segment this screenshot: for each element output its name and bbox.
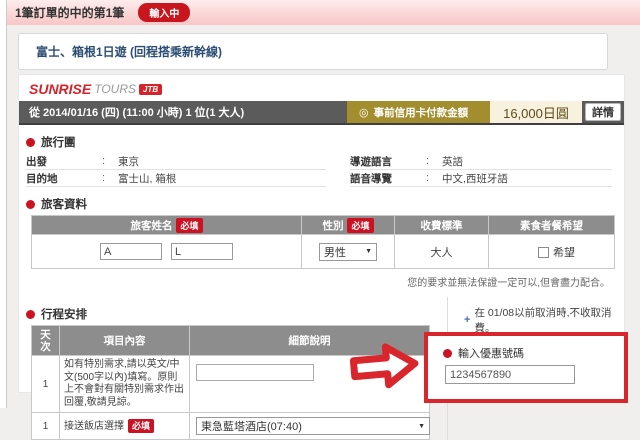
prepayment-label: 事前信用卡付款金額 — [374, 105, 469, 120]
jtb-logo-badge: JTB — [139, 84, 162, 95]
vegetarian-meal-checkbox[interactable] — [538, 247, 549, 258]
departure-value: 東京 — [118, 154, 139, 169]
detail-header-label: 細節說明 — [289, 335, 331, 347]
tour-title-card: 富士、箱根1日遊 (回程搭乘新幹線) — [18, 33, 608, 70]
special-request-description: 如有特別需求,請以英文/中文(500字以內)填寫。原則上不會對有關特別需求作出回… — [60, 356, 190, 413]
plus-icon: + — [464, 314, 470, 326]
pickup-hotel-selected-value: 東急藍塔酒店(07:40) — [201, 418, 302, 434]
promo-code-highlight-box: 輸入優惠號碼 — [424, 332, 628, 403]
pickup-hotel-label: 接送飯店選擇 — [64, 421, 124, 432]
audio-guide-row: 語音導覽 : 中文,西班牙語 — [350, 170, 612, 187]
tour-group-section-title: 旅行團 — [41, 134, 76, 150]
pickup-hotel-row: 1 接送飯店選擇必填 東急藍塔酒店(07:40) ▼ — [32, 413, 430, 440]
itinerary-section-title: 行程安排 — [41, 306, 87, 322]
audio-guide-label: 語音導覽 — [350, 171, 426, 186]
tour-title: 富士、箱根1日遊 (回程搭乘新幹線) — [36, 43, 222, 60]
chevron-down-icon: ▼ — [418, 423, 425, 430]
gender-cell: 男性 ▼ — [302, 235, 395, 269]
day-cell: 1 — [32, 413, 60, 440]
gender-select[interactable]: 男性 ▼ — [319, 243, 377, 261]
colon: : — [426, 155, 442, 167]
day-header: 天次 — [32, 326, 60, 356]
day-header-label: 天次 — [40, 329, 52, 353]
departure-row: 出發 : 東京 — [26, 153, 326, 170]
tours-logo-text: TOURS — [94, 82, 136, 96]
passenger-name-header-label: 旅客姓名 — [130, 220, 172, 232]
guide-language-row: 導遊語言 : 英語 — [350, 153, 612, 170]
red-bullet-icon — [26, 310, 35, 319]
payment-amount: 16,000日圓 — [490, 101, 582, 123]
gender-header-label: 性別 — [322, 220, 343, 232]
fare-type-header: 收費標準 — [395, 216, 489, 235]
required-badge: 必填 — [128, 419, 154, 434]
credit-card-icon: ◎ — [359, 106, 369, 119]
chevron-down-icon: ▼ — [365, 248, 372, 255]
booking-progress-bar: 1筆訂單的中的第1筆 輸入中 — [0, 0, 640, 25]
destination-label: 目的地 — [26, 171, 102, 186]
item-header: 項目內容 — [60, 326, 190, 356]
passenger-section-title: 旅客資料 — [41, 196, 87, 212]
passenger-table-header-row: 旅客姓名必填 性別必填 收費標準 素食者餐希望 — [32, 216, 615, 235]
status-badge: 輸入中 — [138, 3, 190, 22]
passenger-name-header: 旅客姓名必填 — [32, 216, 302, 235]
gender-header: 性別必填 — [302, 216, 395, 235]
red-bullet-icon — [26, 200, 35, 209]
fare-type-value: 大人 — [431, 247, 453, 259]
gender-selected-value: 男性 — [324, 244, 346, 260]
itinerary-section-header: 行程安排 — [26, 306, 447, 322]
prepayment-label-segment: ◎ 事前信用卡付款金額 — [347, 101, 490, 123]
pickup-hotel-select[interactable]: 東急藍塔酒店(07:40) ▼ — [196, 417, 430, 435]
red-bullet-icon — [26, 138, 35, 147]
vegetarian-meal-checkbox-label: 希望 — [553, 247, 575, 259]
fare-type-cell: 大人 — [395, 235, 489, 269]
vegetarian-meal-header-label: 素食者餐希望 — [520, 220, 583, 232]
departure-label: 出發 — [26, 154, 102, 169]
cancellation-policy-note-link[interactable]: + 在 01/08以前取消時,不收取消費。 — [464, 305, 624, 335]
pickup-hotel-cell: 東急藍塔酒店(07:40) ▼ — [190, 413, 430, 440]
promo-code-header: 輸入優惠號碼 — [443, 345, 624, 361]
guide-language-value: 英語 — [442, 154, 463, 169]
item-header-label: 項目內容 — [104, 335, 146, 347]
passenger-name-cell — [32, 235, 302, 269]
destination-row: 目的地 : 富士山, 箱根 — [26, 170, 326, 187]
tour-date-pax-info: 從 2014/01/16 (四) (11:00 小時) 1 位(1 大人) — [19, 101, 347, 123]
destination-value: 富士山, 箱根 — [118, 171, 176, 186]
special-request-input[interactable] — [196, 364, 314, 381]
colon: : — [426, 172, 442, 184]
last-name-input[interactable] — [171, 243, 233, 260]
pickup-hotel-label-cell: 接送飯店選擇必填 — [60, 413, 190, 440]
red-callout-arrow-icon — [347, 338, 423, 394]
first-name-input[interactable] — [100, 243, 162, 260]
payment-details-button[interactable]: 詳情 — [585, 103, 621, 121]
tour-group-fields: 出發 : 東京 導遊語言 : 英語 目的地 : 富士山, 箱根 語音導覽 : 中… — [26, 153, 612, 187]
day-cell: 1 — [32, 356, 60, 413]
passenger-table-row: 男性 ▼ 大人 希望 — [32, 235, 615, 269]
promo-code-label: 輸入優惠號碼 — [458, 345, 524, 361]
required-badge: 必填 — [176, 218, 202, 233]
cancellation-deadline-text: 在 01/08以前取消時,不收取消費。 — [474, 305, 624, 335]
required-badge: 必填 — [347, 218, 373, 233]
passenger-section-header: 旅客資料 — [26, 196, 624, 212]
guide-language-label: 導遊語言 — [350, 154, 426, 169]
promo-code-input[interactable] — [445, 365, 575, 384]
spacer — [0, 25, 640, 33]
colon: : — [102, 172, 118, 184]
page-left-gutter — [0, 0, 7, 408]
passenger-table: 旅客姓名必填 性別必填 收費標準 素食者餐希望 男性 — [31, 215, 615, 269]
fare-type-header-label: 收費標準 — [421, 220, 463, 232]
colon: : — [102, 155, 118, 167]
sunrise-logo-text: SUNRISE — [29, 81, 91, 97]
booking-step-title: 1筆訂單的中的第1筆 — [15, 4, 124, 21]
vegetarian-meal-cell: 希望 — [489, 235, 615, 269]
request-disclaimer-note: 您的要求並無法保證一定可以,但會盡力配合。 — [19, 274, 610, 289]
tour-summary-bar: 從 2014/01/16 (四) (11:00 小時) 1 位(1 大人) ◎ … — [19, 101, 624, 125]
red-bullet-icon — [443, 349, 452, 358]
brand-logo: SUNRISE TOURS JTB — [19, 75, 624, 97]
audio-guide-value: 中文,西班牙語 — [442, 171, 508, 186]
tour-group-section-header: 旅行團 — [26, 134, 624, 150]
vegetarian-meal-header: 素食者餐希望 — [489, 216, 615, 235]
